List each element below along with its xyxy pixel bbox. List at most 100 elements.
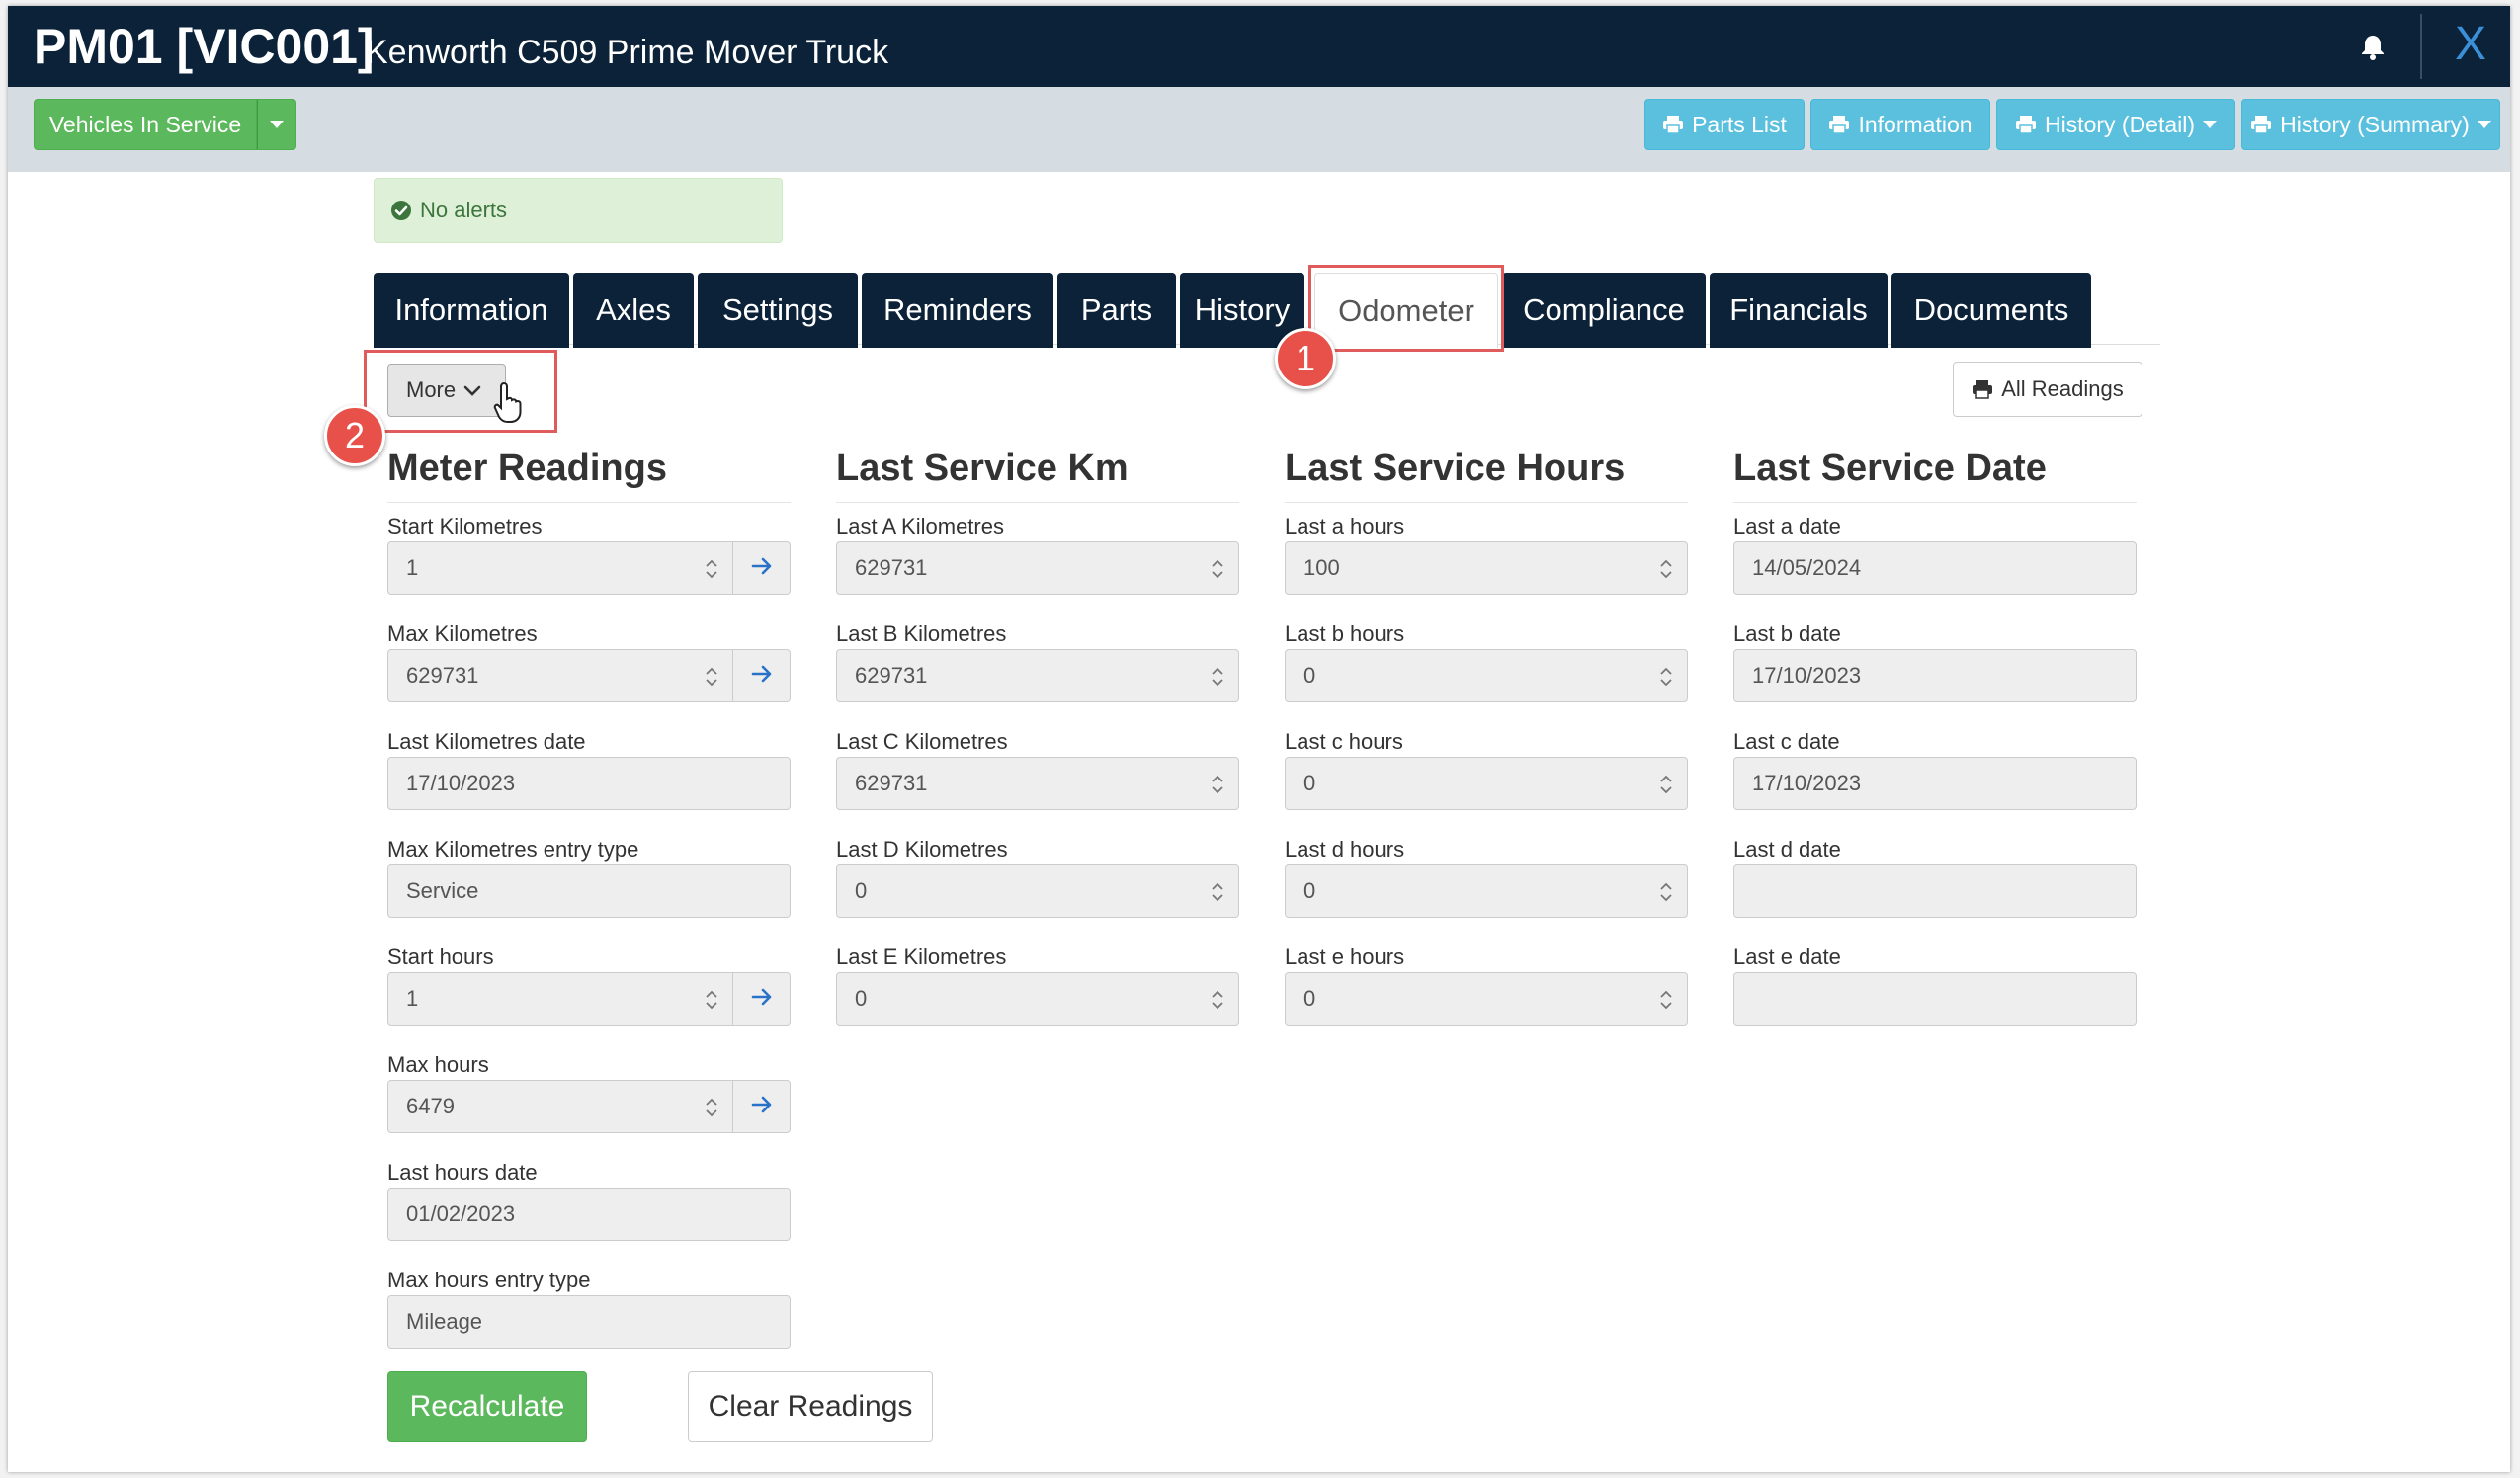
spinner-icon[interactable]	[1659, 881, 1673, 903]
last-service-hours-title: Last Service Hours	[1285, 448, 1626, 489]
caret-down-icon	[270, 121, 284, 128]
spinner-icon[interactable]	[1659, 666, 1673, 688]
last-service-km-divider	[836, 502, 1239, 503]
spinner-icon[interactable]	[1211, 989, 1224, 1011]
last-d-hours-value: 0	[1303, 878, 1316, 903]
spinner-icon[interactable]	[1211, 881, 1224, 903]
tab-documents[interactable]: Documents	[1891, 273, 2091, 348]
spinner-icon[interactable]	[1211, 774, 1224, 795]
close-button[interactable]: X	[2455, 20, 2486, 69]
last-b-date-input[interactable]: 17/10/2023	[1733, 649, 2137, 702]
max-hours-apply-button[interactable]	[733, 1080, 791, 1133]
start-hours-input[interactable]: 1	[387, 972, 733, 1026]
last-b-date-value: 17/10/2023	[1752, 663, 1862, 688]
last-e-km-label: Last E Kilometres	[836, 944, 1007, 969]
information-print-label: Information	[1858, 111, 1973, 137]
tab-information[interactable]: Information	[374, 273, 569, 348]
last-d-date-label: Last d date	[1733, 837, 1841, 862]
tab-compliance[interactable]: Compliance	[1502, 273, 1706, 348]
clear-readings-button[interactable]: Clear Readings	[688, 1371, 933, 1442]
history-detail-button[interactable]: History (Detail)	[1996, 99, 2235, 150]
last-hours-date-value: 01/02/2023	[406, 1201, 516, 1226]
last-b-hours-input[interactable]: 0	[1285, 649, 1688, 702]
history-detail-label: History (Detail)	[2044, 111, 2196, 137]
last-b-km-label: Last B Kilometres	[836, 621, 1007, 646]
annotation-highlight-more	[364, 350, 557, 433]
last-a-date-input[interactable]: 14/05/2024	[1733, 541, 2137, 595]
max-km-entry-type-label: Max Kilometres entry type	[387, 837, 639, 862]
meter-readings-title: Meter Readings	[387, 448, 667, 489]
toolbar: Vehicles In Service Parts List Informati…	[8, 87, 2510, 172]
last-c-date-input[interactable]: 17/10/2023	[1733, 757, 2137, 810]
caret-down-icon	[2477, 121, 2491, 128]
title-bar: PM01 [VIC001] Kenworth C509 Prime Mover …	[8, 6, 2510, 87]
start-km-apply-button[interactable]	[733, 541, 791, 595]
vehicle-window: PM01 [VIC001] Kenworth C509 Prime Mover …	[8, 6, 2510, 1472]
tab-settings[interactable]: Settings	[698, 273, 858, 348]
printer-icon	[2015, 115, 2037, 134]
spinner-icon[interactable]	[1659, 558, 1673, 580]
check-circle-icon	[390, 200, 412, 221]
tab-axles[interactable]: Axles	[573, 273, 694, 348]
max-km-label: Max Kilometres	[387, 621, 538, 646]
last-a-hours-value: 100	[1303, 555, 1340, 580]
last-d-date-input[interactable]	[1733, 864, 2137, 918]
last-e-hours-value: 0	[1303, 986, 1316, 1011]
last-c-km-input[interactable]: 629731	[836, 757, 1239, 810]
recalculate-button[interactable]: Recalculate	[387, 1371, 587, 1442]
max-km-entry-type-input[interactable]: Service	[387, 864, 791, 918]
vehicles-in-service-button[interactable]: Vehicles In Service	[34, 99, 257, 150]
last-km-date-value: 17/10/2023	[406, 771, 516, 795]
annotation-highlight-odometer	[1308, 265, 1504, 352]
all-readings-button[interactable]: All Readings	[1953, 362, 2142, 417]
last-e-date-input[interactable]	[1733, 972, 2137, 1026]
annotation-marker-1: 1	[1275, 328, 1336, 389]
bell-icon[interactable]	[2358, 32, 2388, 61]
max-hours-entry-type-input[interactable]: Mileage	[387, 1295, 791, 1349]
history-summary-button[interactable]: History (Summary)	[2241, 99, 2500, 150]
last-km-date-input[interactable]: 17/10/2023	[387, 757, 791, 810]
last-e-km-input[interactable]: 0	[836, 972, 1239, 1026]
tab-financials[interactable]: Financials	[1710, 273, 1888, 348]
printer-icon	[1662, 115, 1684, 134]
start-hours-label: Start hours	[387, 944, 494, 969]
last-d-hours-input[interactable]: 0	[1285, 864, 1688, 918]
max-hours-entry-type-value: Mileage	[406, 1309, 483, 1334]
last-d-km-value: 0	[855, 878, 868, 903]
spinner-icon[interactable]	[705, 558, 718, 580]
last-hours-date-input[interactable]: 01/02/2023	[387, 1188, 791, 1241]
history-summary-label: History (Summary)	[2280, 111, 2470, 137]
spinner-icon[interactable]	[1659, 989, 1673, 1011]
max-hours-input[interactable]: 6479	[387, 1080, 733, 1133]
spinner-icon[interactable]	[1211, 558, 1224, 580]
last-d-hours-label: Last d hours	[1285, 837, 1405, 862]
spinner-icon[interactable]	[705, 666, 718, 688]
arrow-right-icon	[751, 665, 773, 688]
spinner-icon[interactable]	[705, 989, 718, 1011]
max-km-apply-button[interactable]	[733, 649, 791, 702]
last-c-km-value: 629731	[855, 771, 928, 795]
last-service-km-title: Last Service Km	[836, 448, 1129, 489]
spinner-icon[interactable]	[1211, 666, 1224, 688]
last-b-km-value: 629731	[855, 663, 928, 688]
max-km-input[interactable]: 629731	[387, 649, 733, 702]
start-hours-apply-button[interactable]	[733, 972, 791, 1026]
last-c-hours-input[interactable]: 0	[1285, 757, 1688, 810]
spinner-icon[interactable]	[705, 1097, 718, 1118]
last-a-km-input[interactable]: 629731	[836, 541, 1239, 595]
start-km-input[interactable]: 1	[387, 541, 733, 595]
information-print-button[interactable]: Information	[1810, 99, 1990, 150]
last-b-km-input[interactable]: 629731	[836, 649, 1239, 702]
spinner-icon[interactable]	[1659, 774, 1673, 795]
last-d-km-input[interactable]: 0	[836, 864, 1239, 918]
tab-parts[interactable]: Parts	[1057, 273, 1176, 348]
max-km-entry-type-value: Service	[406, 878, 479, 903]
status-dropdown-toggle[interactable]	[257, 99, 296, 150]
last-a-hours-input[interactable]: 100	[1285, 541, 1688, 595]
parts-list-button[interactable]: Parts List	[1644, 99, 1805, 150]
max-hours-entry-type-label: Max hours entry type	[387, 1268, 591, 1292]
last-a-km-value: 629731	[855, 555, 928, 580]
tab-reminders[interactable]: Reminders	[862, 273, 1053, 348]
last-e-date-label: Last e date	[1733, 944, 1841, 969]
last-e-hours-input[interactable]: 0	[1285, 972, 1688, 1026]
